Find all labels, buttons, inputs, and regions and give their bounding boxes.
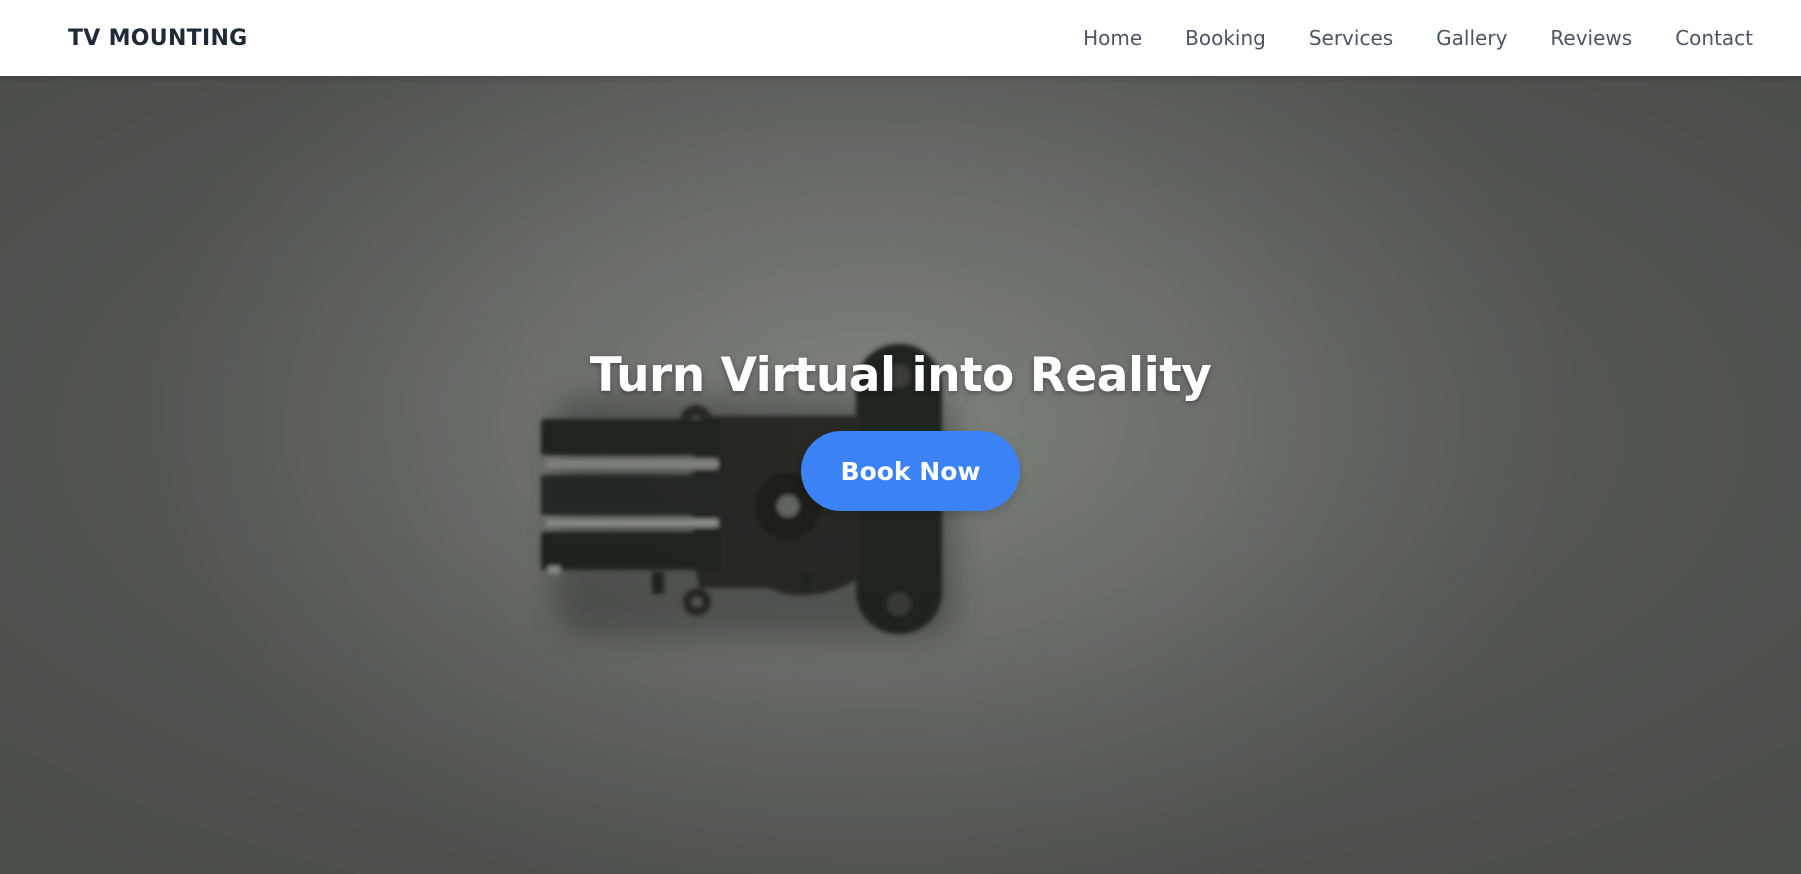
hero-section: Turn Virtual into Reality Book Now: [0, 76, 1801, 874]
nav-link-reviews[interactable]: Reviews: [1550, 26, 1632, 50]
nav-item-booking: Booking: [1142, 26, 1266, 50]
nav-item-contact: Contact: [1632, 26, 1753, 50]
nav-item-gallery: Gallery: [1393, 26, 1507, 50]
brand-logo-text[interactable]: TV MOUNTING: [68, 26, 248, 51]
nav-item-reviews: Reviews: [1507, 26, 1632, 50]
nav-link-home[interactable]: Home: [1083, 26, 1142, 50]
nav-link-booking[interactable]: Booking: [1185, 26, 1266, 50]
nav-links: Home Booking Services Gallery Reviews Co…: [1040, 26, 1753, 50]
nav-item-home: Home: [1040, 26, 1142, 50]
nav-link-contact[interactable]: Contact: [1675, 26, 1753, 50]
hero-title: Turn Virtual into Reality: [589, 348, 1212, 403]
nav-item-services: Services: [1266, 26, 1393, 50]
nav-link-gallery[interactable]: Gallery: [1436, 26, 1507, 50]
top-navbar: TV MOUNTING Home Booking Services Galler…: [0, 0, 1801, 76]
book-now-button[interactable]: Book Now: [801, 431, 1020, 511]
hero-content: Turn Virtual into Reality Book Now: [0, 76, 1801, 874]
nav-link-services[interactable]: Services: [1309, 26, 1393, 50]
